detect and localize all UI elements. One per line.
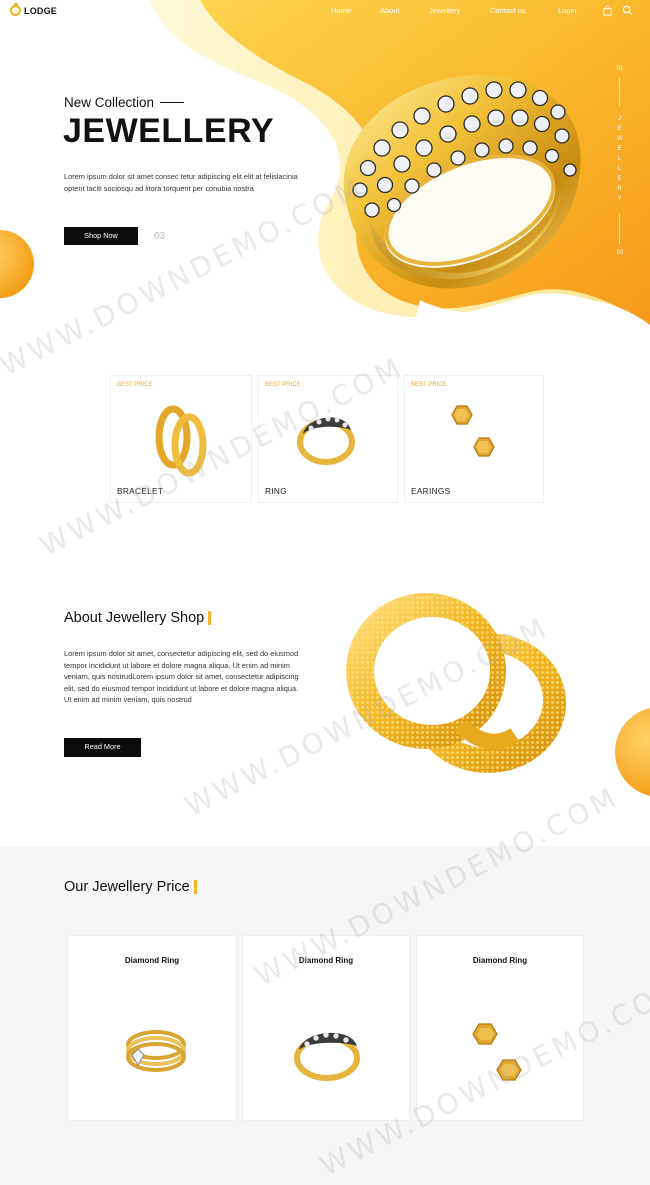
nav-login[interactable]: Login — [558, 6, 576, 15]
product-name: Diamond Ring — [124, 956, 180, 965]
hero-title: JEWELLERY — [63, 112, 275, 150]
category-card-earings[interactable]: BEST PRICE EARINGS — [404, 375, 544, 503]
nav-contact[interactable]: Contact us — [490, 6, 526, 15]
eyebrow-line — [160, 101, 185, 104]
price-card-1[interactable]: Diamond Ring — [67, 935, 237, 1121]
category-name: RING — [265, 486, 287, 496]
title-accent-bar — [193, 880, 197, 894]
category-name: EARINGS — [411, 486, 451, 496]
diamond-ring-image — [294, 1032, 360, 1081]
hero-eyebrow: New Collection — [64, 95, 185, 110]
gold-diamond-ring-image — [126, 1030, 186, 1072]
slide-indicator-bottom[interactable]: 03 — [612, 250, 628, 256]
best-price-badge: BEST PRICE — [117, 382, 153, 388]
nav-about[interactable]: About — [380, 6, 400, 15]
best-price-badge: BEST PRICE — [265, 382, 301, 388]
read-more-button[interactable]: Read More — [64, 738, 141, 757]
slide-number: 03 — [154, 231, 166, 242]
hero-diamond-ring-image — [343, 74, 581, 289]
price-title-text: Our Jewellery Price — [64, 879, 190, 895]
about-description: Lorem ipsum dolor sit amet, consectetur … — [64, 649, 299, 704]
slider-track-bottom — [619, 214, 620, 244]
decorative-orb-left — [0, 230, 34, 298]
vertical-label: JEWELLERY — [617, 116, 624, 202]
product-name: Diamond Ring — [472, 956, 528, 965]
search-icon[interactable] — [622, 5, 633, 16]
nav-home[interactable]: Home — [331, 6, 351, 15]
shop-now-button[interactable]: Shop Now — [64, 227, 138, 245]
bag-icon[interactable] — [602, 5, 613, 16]
vertical-slider-nav: 01 JEWELLERY 03 — [612, 64, 628, 264]
nav-jewellery[interactable]: Jewellery — [429, 6, 460, 15]
slide-indicator-top[interactable]: 01 — [612, 66, 628, 72]
earings-image — [451, 405, 495, 457]
hero-eyebrow-text: New Collection — [64, 95, 155, 110]
about-title: About Jewellery Shop — [64, 610, 212, 626]
best-price-badge: BEST PRICE — [411, 382, 447, 388]
slider-track-top — [619, 78, 620, 106]
price-title: Our Jewellery Price — [64, 879, 197, 895]
decorative-orb-right — [615, 708, 650, 796]
about-title-text: About Jewellery Shop — [64, 610, 205, 626]
main-nav: Home About Jewellery Contact us Login — [0, 6, 650, 20]
hero-description: Lorem ipsum dolor sit amet consec tetur … — [64, 172, 298, 193]
title-accent-bar — [208, 611, 212, 625]
